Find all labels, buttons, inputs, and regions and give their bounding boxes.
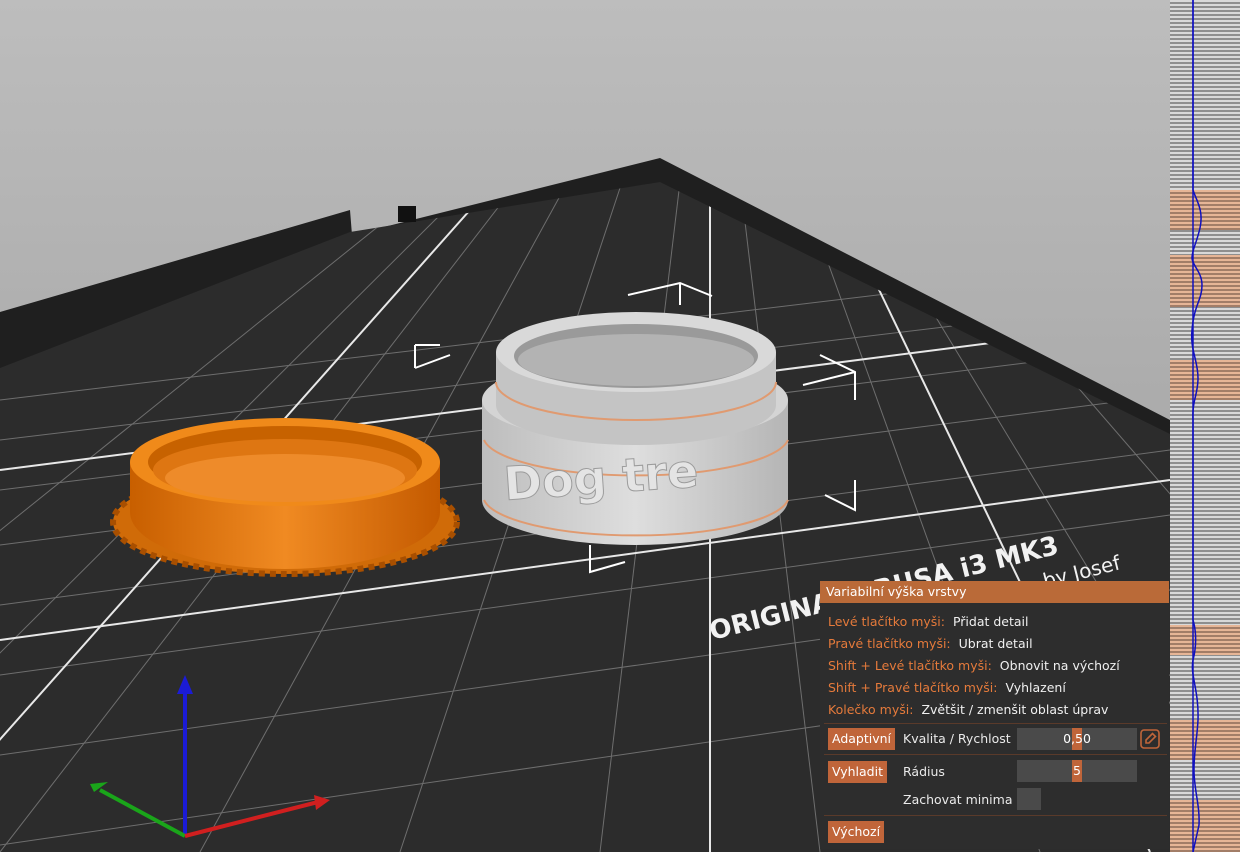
hint-desc: Přidat detail — [952, 614, 1029, 629]
slider-value: 0,50 — [1063, 731, 1091, 746]
divider — [824, 754, 1167, 755]
hint-key: Shift + Levé tlačítko myši: — [828, 658, 992, 673]
hint-desc: Obnovit na výchozí — [999, 658, 1120, 673]
panel-title: Variabilní výška vrstvy — [820, 581, 1169, 603]
hint-row: Levé tlačítko myši: Přidat detail — [828, 612, 1029, 632]
quality-speed-label: Kvalita / Rychlost — [903, 731, 1011, 746]
divider — [824, 815, 1167, 816]
hint-desc: Ubrat detail — [958, 636, 1033, 651]
adaptive-button[interactable]: Adaptivní — [828, 728, 896, 750]
hint-row: Shift + Pravé tlačítko myši: Vyhlazení — [828, 678, 1066, 698]
smooth-button[interactable]: Vyhladit — [828, 761, 887, 783]
quality-speed-slider[interactable]: 0,50 — [1017, 728, 1137, 750]
radius-label: Rádius — [903, 764, 945, 779]
slider-value: 5 — [1073, 763, 1081, 778]
variable-layer-height-panel: Variabilní výška vrstvy Levé tlačítko my… — [820, 581, 1169, 849]
hint-key: Shift + Pravé tlačítko myši: — [828, 680, 998, 695]
radius-slider[interactable]: 5 — [1017, 760, 1137, 782]
layer-profile-curve — [1190, 0, 1203, 852]
hint-desc: Vyhlazení — [1005, 680, 1066, 695]
hint-row: Kolečko myši: Zvětšit / zmenšit oblast úp… — [828, 700, 1108, 720]
divider — [824, 723, 1167, 724]
hint-key: Pravé tlačítko myši: — [828, 636, 951, 651]
hint-key: Kolečko myši: — [828, 702, 914, 717]
hint-row: Pravé tlačítko myši: Ubrat detail — [828, 634, 1033, 654]
hint-key: Levé tlačítko myši: — [828, 614, 945, 629]
layer-height-profile[interactable] — [1170, 0, 1240, 852]
model-jar[interactable]: Dog tre — [482, 312, 789, 545]
selected-object-lid[interactable] — [110, 418, 460, 577]
hint-desc: Zvětšit / zmenšit oblast úprav — [921, 702, 1109, 717]
edit-value-button[interactable] — [1140, 729, 1160, 749]
reset-button[interactable]: Výchozí — [828, 821, 885, 843]
hint-row: Shift + Levé tlačítko myši: Obnovit na vý… — [828, 656, 1120, 676]
pencil-icon — [1140, 729, 1160, 749]
keep-min-label: Zachovat minima — [903, 792, 1013, 807]
keep-min-checkbox[interactable] — [1017, 788, 1041, 810]
